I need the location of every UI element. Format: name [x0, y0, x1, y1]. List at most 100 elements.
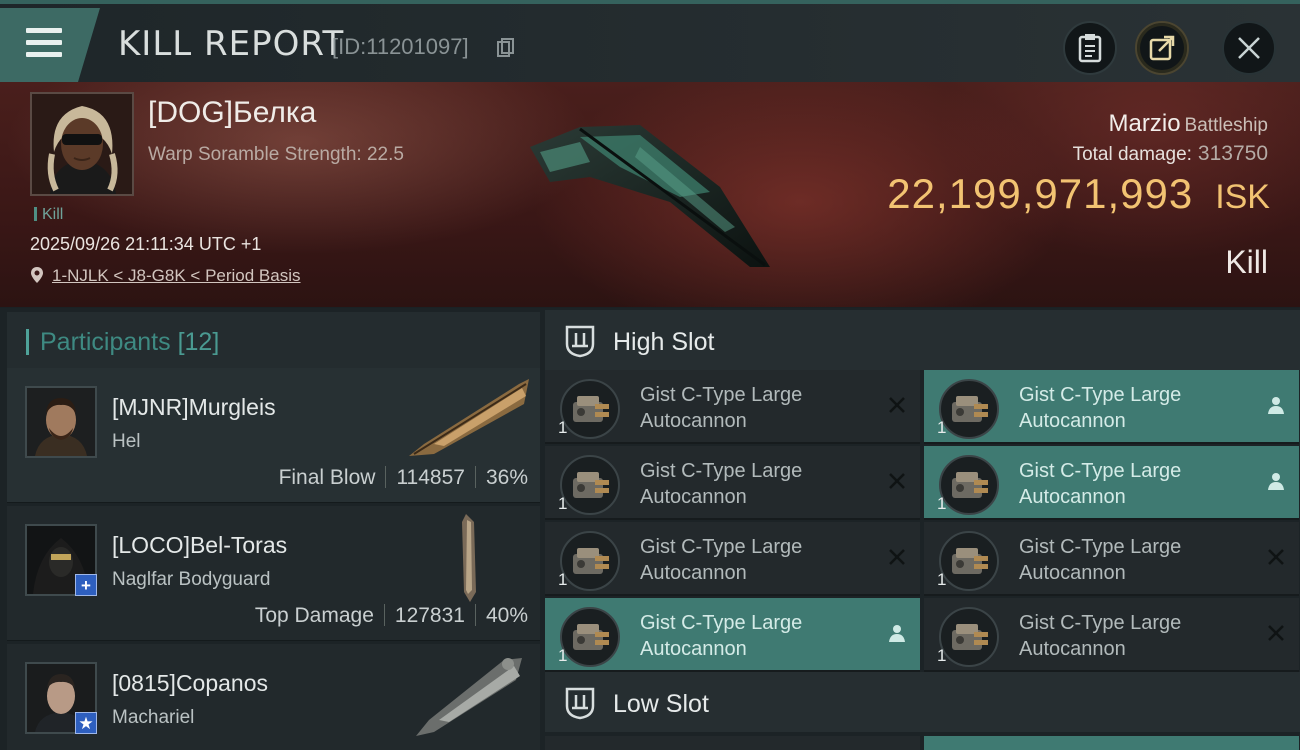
module-quantity: 1: [937, 570, 947, 589]
autocannon-icon: [560, 455, 620, 515]
victim-ship: Marzio Battleship: [1109, 110, 1268, 138]
fleet-badge: ★: [75, 712, 97, 734]
stats-divider: [383, 604, 385, 626]
high-slot-icon: [565, 325, 595, 358]
participant-name[interactable]: [LOCO]Bel-Toras: [112, 532, 287, 559]
participant-row[interactable]: + [LOCO]Bel-Toras Naglfar Bodyguard Top …: [7, 506, 540, 641]
module-quantity: 1: [937, 418, 947, 437]
autocannon-icon: [560, 379, 620, 439]
clipboard-button[interactable]: [1063, 21, 1117, 75]
report-id: [ID:11201097]: [332, 34, 469, 59]
low-slot-title: Low Slot: [613, 690, 709, 718]
participant-damage: 127831: [394, 604, 465, 627]
module-tile[interactable]: 1 Gist C-Type Large Autocannon: [545, 598, 920, 672]
module-name: Gist C-Type Large Autocannon: [1019, 612, 1182, 660]
participant-row[interactable]: [MJNR]Murgleis Hel Final Blow 114857 36%: [7, 368, 540, 503]
module-quantity: 1: [558, 494, 568, 513]
participant-row[interactable]: ★ [0815]Copanos Machariel: [7, 644, 540, 750]
participant-name[interactable]: [0815]Copanos: [112, 670, 268, 697]
module-tile[interactable]: 1 Gist C-Type Large Autocannon: [545, 370, 920, 444]
menu-icon: [26, 28, 62, 64]
participant-percent: 40%: [485, 604, 528, 627]
participant-name[interactable]: [MJNR]Murgleis: [112, 394, 276, 421]
header-accent-bar: [26, 329, 29, 355]
victim-avatar[interactable]: [30, 92, 134, 196]
module-name: Gist C-Type Large Autocannon: [640, 460, 803, 508]
module-quantity: 1: [558, 418, 568, 437]
dropped-pilot-icon: [1268, 397, 1284, 414]
module-name: Gist C-Type Large Autocannon: [1019, 536, 1182, 584]
page-title: KILL REPORT: [118, 24, 345, 64]
victim-portrait-image: [32, 94, 132, 194]
module-name: Gist C-Type Large Autocannon: [1019, 384, 1182, 432]
module-name: Gist C-Type Large Autocannon: [640, 384, 803, 432]
kill-datetime: 2025/09/26 21:11:34 UTC +1: [30, 234, 262, 254]
participant-ship-image: [409, 379, 529, 456]
menu-button[interactable]: [0, 8, 100, 82]
victim-ship-image: [530, 125, 770, 267]
destroyed-x-icon: [889, 473, 905, 489]
autocannon-icon: [560, 607, 620, 667]
kill-banner: [DOG]Белка Warp Soramble Strength: 22.5 …: [0, 82, 1300, 307]
participant-ship-image: [416, 658, 522, 736]
low-slot-module-peek[interactable]: [924, 736, 1299, 750]
module-tile[interactable]: 1 Gist C-Type Large Autocannon: [545, 522, 920, 596]
low-slot-module-peek[interactable]: [545, 736, 920, 750]
module-name: Gist C-Type Large Autocannon: [640, 536, 803, 584]
isk-value: 22,199,971,993 ISK: [887, 170, 1270, 218]
module-tile[interactable]: 1 Gist C-Type Large Autocannon: [924, 522, 1299, 596]
participant-portrait-image: [27, 388, 95, 456]
isk-amount: 22,199,971,993: [887, 170, 1194, 217]
module-quantity: 1: [558, 570, 568, 589]
high-slot-header: High Slot: [545, 310, 1300, 370]
share-button[interactable]: [1135, 21, 1189, 75]
destroyed-x-icon: [1268, 625, 1284, 641]
copy-icon[interactable]: [497, 38, 515, 58]
clipboard-icon: [1078, 34, 1102, 63]
module-tile[interactable]: 1 Gist C-Type Large Autocannon: [924, 598, 1299, 672]
victim-name[interactable]: [DOG]Белка: [148, 96, 316, 130]
participant-role: Final Blow: [278, 466, 376, 489]
location-breadcrumb[interactable]: 1-NJLK < J8-G8K < Period Basis: [30, 266, 301, 286]
stats-divider: [474, 466, 476, 488]
autocannon-icon: [939, 455, 999, 515]
share-icon: [1149, 35, 1175, 61]
participants-title: Participants [12]: [40, 328, 219, 357]
participant-damage: 114857: [396, 466, 465, 489]
module-tile[interactable]: 1 Gist C-Type Large Autocannon: [545, 446, 920, 520]
participant-ship: Naglfar Bodyguard: [112, 569, 271, 590]
ship-class: Battleship: [1184, 115, 1268, 136]
participant-avatar[interactable]: [25, 386, 97, 458]
stats-divider: [474, 604, 476, 626]
module-name: Gist C-Type Large Autocannon: [640, 612, 803, 660]
dropped-pilot-icon: [889, 625, 905, 642]
participant-stats: Top Damage 127831 40%: [255, 604, 528, 628]
module-quantity: 1: [558, 646, 568, 665]
location-pin-icon: [31, 267, 43, 283]
module-tile[interactable]: 1 Gist C-Type Large Autocannon: [924, 370, 1299, 444]
dropped-pilot-icon: [1268, 473, 1284, 490]
result-label: Kill: [1225, 244, 1268, 280]
destroyed-x-icon: [889, 397, 905, 413]
fitting-panel: High Slot 1 Gist C-Type Large Autocannon 1…: [540, 308, 1300, 750]
destroyed-x-icon: [889, 549, 905, 565]
participant-stats: Final Blow 114857 36%: [279, 466, 528, 490]
module-tile[interactable]: 1 Gist C-Type Large Autocannon: [924, 446, 1299, 520]
module-quantity: 1: [937, 646, 947, 665]
low-slot-header: Low Slot: [545, 672, 1300, 732]
total-damage: Total damage: 313750: [1073, 142, 1268, 166]
low-slot-icon: [565, 687, 595, 720]
ship-name[interactable]: Marzio: [1109, 110, 1181, 137]
participant-ship-image: [462, 514, 476, 602]
module-name: Gist C-Type Large Autocannon: [1019, 460, 1182, 508]
participants-count: [12]: [177, 328, 220, 356]
destroyed-x-icon: [1268, 549, 1284, 565]
location-link[interactable]: 1-NJLK < J8-G8K < Period Basis: [52, 266, 301, 285]
module-quantity: 1: [937, 494, 947, 513]
participant-ship: Machariel: [112, 707, 195, 728]
total-damage-value: 313750: [1197, 142, 1268, 165]
close-button[interactable]: [1222, 21, 1276, 75]
participants-label: Participants: [40, 328, 171, 356]
autocannon-icon: [560, 531, 620, 591]
total-damage-label: Total damage:: [1072, 144, 1192, 165]
